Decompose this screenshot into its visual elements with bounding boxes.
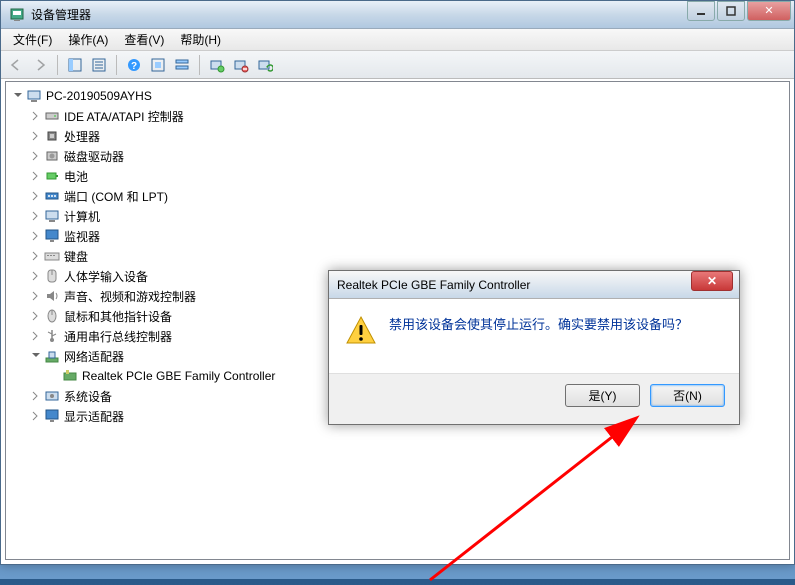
expander-icon[interactable] — [30, 250, 42, 262]
menubar: 文件(F) 操作(A) 查看(V) 帮助(H) — [1, 29, 794, 51]
expander-icon[interactable] — [30, 170, 42, 182]
expander-icon[interactable] — [30, 110, 42, 122]
tree-item-label: IDE ATA/ATAPI 控制器 — [64, 108, 184, 125]
tree-item-label: 声音、视频和游戏控制器 — [64, 288, 196, 305]
tree-item-label: 键盘 — [64, 248, 88, 265]
keyboard-icon — [44, 248, 60, 264]
back-button[interactable] — [5, 54, 27, 76]
monitor-icon — [44, 228, 60, 244]
drive-icon — [44, 108, 60, 124]
close-button[interactable]: ✕ — [747, 1, 791, 21]
tree-item-label: 监视器 — [64, 228, 100, 245]
minimize-button[interactable] — [687, 1, 715, 21]
hid-icon — [44, 268, 60, 284]
help-button[interactable]: ? — [123, 54, 145, 76]
cpu-icon — [44, 128, 60, 144]
sound-icon — [44, 288, 60, 304]
maximize-button[interactable] — [717, 1, 745, 21]
tree-item-label: 系统设备 — [64, 388, 112, 405]
usb-icon — [44, 328, 60, 344]
properties-button[interactable] — [88, 54, 110, 76]
expander-icon[interactable] — [30, 390, 42, 402]
warning-icon — [345, 315, 377, 347]
titlebar[interactable]: 设备管理器 ✕ — [1, 1, 794, 29]
tree-item[interactable]: 键盘 — [12, 246, 789, 266]
menu-help[interactable]: 帮助(H) — [172, 29, 229, 50]
confirm-dialog: Realtek PCIe GBE Family Controller ✕ 禁用该… — [328, 270, 740, 425]
expander-icon[interactable] — [30, 270, 42, 282]
nic-icon — [62, 368, 78, 384]
dialog-titlebar[interactable]: Realtek PCIe GBE Family Controller ✕ — [329, 271, 739, 299]
computer-icon — [44, 208, 60, 224]
tree-item-label: Realtek PCIe GBE Family Controller — [82, 369, 275, 383]
dialog-body: 禁用该设备会使其停止运行。确实要禁用该设备吗？ — [329, 299, 739, 373]
expander-icon[interactable] — [30, 210, 42, 222]
expander-icon[interactable] — [30, 190, 42, 202]
toolbar: ? — [1, 51, 794, 79]
mouse-icon — [44, 308, 60, 324]
no-button[interactable]: 否(N) — [650, 384, 725, 407]
dialog-title: Realtek PCIe GBE Family Controller — [337, 278, 691, 292]
expander-icon[interactable] — [30, 150, 42, 162]
tree-item-label: 磁盘驱动器 — [64, 148, 124, 165]
tree-item-label: 通用串行总线控制器 — [64, 328, 172, 345]
dialog-message: 禁用该设备会使其停止运行。确实要禁用该设备吗？ — [389, 315, 688, 365]
network-icon — [44, 348, 60, 364]
expander-icon[interactable] — [30, 350, 42, 362]
menu-view[interactable]: 查看(V) — [116, 29, 172, 50]
uninstall-button[interactable] — [230, 54, 252, 76]
expander-icon[interactable] — [30, 130, 42, 142]
tree-item-label: 网络适配器 — [64, 348, 124, 365]
tree-item[interactable]: 磁盘驱动器 — [12, 146, 789, 166]
tree-item[interactable]: 电池 — [12, 166, 789, 186]
disk-icon — [44, 148, 60, 164]
battery-icon — [44, 168, 60, 184]
yes-button[interactable]: 是(Y) — [565, 384, 640, 407]
display-icon — [44, 408, 60, 424]
tree-item[interactable]: 计算机 — [12, 206, 789, 226]
expander-icon[interactable] — [30, 410, 42, 422]
expander-icon[interactable] — [30, 330, 42, 342]
tree-item-label: 鼠标和其他指针设备 — [64, 308, 172, 325]
tree-item[interactable]: 端口 (COM 和 LPT) — [12, 186, 789, 206]
scan-button[interactable] — [206, 54, 228, 76]
tree-item-label: 端口 (COM 和 LPT) — [64, 188, 168, 205]
expander-icon[interactable] — [12, 90, 24, 102]
tree-root-label: PC-20190509AYHS — [46, 89, 152, 103]
expander-icon[interactable] — [30, 310, 42, 322]
tree-item-label: 显示适配器 — [64, 408, 124, 425]
app-icon — [9, 7, 25, 23]
system-icon — [44, 388, 60, 404]
tree-item-label: 计算机 — [64, 208, 100, 225]
action-button[interactable] — [147, 54, 169, 76]
window-controls: ✕ — [685, 1, 791, 21]
expander-icon[interactable] — [30, 230, 42, 242]
window-title: 设备管理器 — [31, 6, 685, 23]
show-hide-tree-button[interactable] — [64, 54, 86, 76]
dialog-buttons: 是(Y) 否(N) — [329, 373, 739, 417]
computer-icon — [26, 88, 42, 104]
forward-button[interactable] — [29, 54, 51, 76]
tree-root[interactable]: PC-20190509AYHS — [12, 86, 789, 106]
tree-item[interactable]: 监视器 — [12, 226, 789, 246]
tree-item-label: 处理器 — [64, 128, 100, 145]
tree-item-label: 电池 — [64, 168, 88, 185]
menu-action[interactable]: 操作(A) — [60, 29, 116, 50]
svg-text:?: ? — [131, 61, 137, 72]
dialog-close-button[interactable]: ✕ — [691, 271, 733, 291]
tree-item[interactable]: IDE ATA/ATAPI 控制器 — [12, 106, 789, 126]
menu-file[interactable]: 文件(F) — [5, 29, 60, 50]
tree-item[interactable]: 处理器 — [12, 126, 789, 146]
update-driver-button[interactable] — [254, 54, 276, 76]
view-button[interactable] — [171, 54, 193, 76]
expander-blank — [48, 370, 60, 382]
port-icon — [44, 188, 60, 204]
expander-icon[interactable] — [30, 290, 42, 302]
tree-item-label: 人体学输入设备 — [64, 268, 148, 285]
